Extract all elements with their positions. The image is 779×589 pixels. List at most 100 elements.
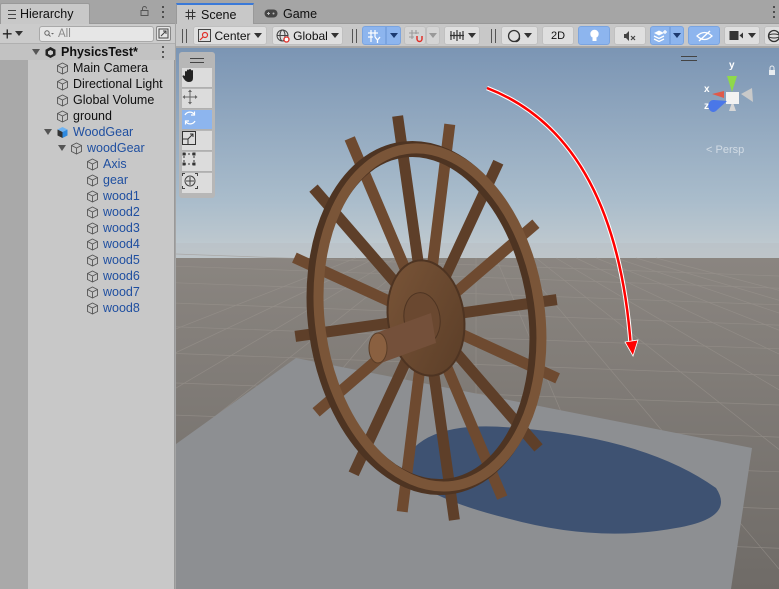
effects-toggle[interactable]	[650, 26, 670, 45]
gizmo-center-cube[interactable]	[726, 92, 739, 104]
hierarchy-menu-icon[interactable]	[161, 6, 164, 18]
rotate-tool[interactable]	[182, 110, 212, 130]
gizmo-overlay-grip[interactable]	[681, 56, 697, 61]
tab-scene[interactable]: Scene	[176, 3, 254, 24]
hierarchy-item-label: Axis	[103, 157, 127, 171]
overlay-grip[interactable]	[190, 58, 204, 63]
grid-snap-icon	[367, 29, 380, 43]
hierarchy-item[interactable]: woodGear	[0, 140, 175, 156]
wheel-axle-end	[368, 332, 388, 364]
toolbar-grip[interactable]	[182, 29, 187, 43]
expand-triangle-icon[interactable]	[58, 145, 66, 151]
increment-snap-toggle[interactable]	[404, 26, 426, 45]
hierarchy-item[interactable]: Axis	[0, 156, 175, 172]
scene-viewport[interactable]: y x z < Persp	[176, 48, 779, 589]
scene-menu-icon[interactable]	[161, 46, 164, 58]
camera-settings-dropdown[interactable]	[724, 26, 760, 45]
tab-game-label: Game	[283, 6, 318, 21]
pivot-mode-dropdown[interactable]: Center	[193, 26, 267, 45]
hierarchy-item[interactable]: wood2	[0, 204, 175, 220]
hierarchy-item-label: gear	[103, 173, 129, 187]
draw-mode-dropdown[interactable]	[501, 26, 538, 45]
increment-snap-dropdown[interactable]	[426, 26, 440, 45]
hierarchy-item-label: wood7	[103, 285, 140, 299]
hierarchy-item[interactable]: wood6	[0, 268, 175, 284]
hierarchy-item[interactable]: wood8	[0, 300, 175, 316]
expand-triangle-icon[interactable]	[44, 129, 52, 135]
pivot-rotation-dropdown[interactable]: Global	[272, 26, 343, 45]
hierarchy-item[interactable]: Main Camera	[0, 60, 175, 76]
plus-icon: +	[2, 23, 13, 44]
hierarchy-item-label: Main Camera	[73, 61, 149, 75]
chevron-down-icon	[14, 31, 23, 36]
gizmo-x-axis[interactable]	[712, 91, 724, 98]
hierarchy-item[interactable]: ground	[0, 108, 175, 124]
hand-tool[interactable]	[182, 68, 212, 88]
gameobject-icon	[87, 301, 98, 315]
scale-icon	[182, 131, 196, 145]
hierarchy-search[interactable]	[39, 26, 154, 42]
grid-snapping-dropdown[interactable]	[386, 26, 401, 45]
hidden-objects-toggle[interactable]	[688, 26, 720, 45]
hierarchy-toolbar: +	[0, 24, 175, 44]
unity-editor: Hierarchy + All PhysicsTest* Main Camera…	[0, 0, 779, 589]
hierarchy-item-label: wood2	[103, 205, 140, 219]
snap-settings-dropdown[interactable]	[444, 26, 480, 45]
audio-muted-icon	[624, 30, 636, 41]
transform-tool[interactable]	[182, 173, 212, 193]
hierarchy-tabbar: Hierarchy	[0, 0, 175, 24]
lighting-toggle[interactable]	[578, 26, 610, 45]
tab-game[interactable]: Game	[256, 3, 325, 24]
search-input[interactable]	[58, 28, 143, 40]
hierarchy-item-label: wood3	[103, 221, 140, 235]
move-tool[interactable]	[182, 89, 212, 109]
gizmos-toggle[interactable]	[764, 26, 779, 45]
eye-slash-icon	[695, 29, 713, 42]
gizmo-neg-x-axis[interactable]	[741, 88, 753, 102]
ruler-ticks-icon	[449, 30, 464, 41]
gameobject-icon	[87, 285, 98, 299]
transform-all-icon	[182, 173, 198, 189]
expand-triangle-icon[interactable]	[32, 49, 40, 55]
scene-render[interactable]	[176, 48, 779, 589]
hierarchy-item[interactable]: Global Volume	[0, 92, 175, 108]
gizmo-y-axis[interactable]	[727, 76, 737, 92]
chevron-down-icon	[330, 33, 339, 38]
orientation-gizmo[interactable]: y x z	[696, 56, 776, 131]
scene-panel-menu-icon[interactable]	[772, 6, 775, 18]
hierarchy-item[interactable]: gear	[0, 172, 175, 188]
hierarchy-tree: PhysicsTest* Main Camera Directional Ligh…	[0, 44, 175, 316]
scale-tool[interactable]	[182, 131, 212, 151]
gameobject-icon	[87, 253, 98, 267]
projection-toggle[interactable]: < Persp	[706, 144, 744, 156]
hierarchy-item[interactable]: WoodGear	[0, 124, 175, 140]
audio-toggle[interactable]	[614, 26, 646, 45]
rect-tool[interactable]	[182, 152, 212, 172]
hierarchy-item[interactable]: Directional Light	[0, 76, 175, 92]
gameobject-icon	[87, 221, 98, 235]
scene-toolbar: Center Global 2D	[176, 24, 779, 47]
chevron-down-icon	[429, 33, 437, 38]
lock-icon[interactable]	[140, 6, 149, 16]
gizmo-lock-icon[interactable]	[769, 70, 775, 75]
2d-toggle[interactable]: 2D	[542, 26, 574, 45]
hierarchy-item-label: woodGear	[87, 141, 145, 155]
gizmo-z-axis[interactable]	[708, 99, 727, 112]
hierarchy-item[interactable]: wood4	[0, 236, 175, 252]
create-button[interactable]: +	[2, 23, 30, 44]
gizmo-x-label: x	[704, 84, 710, 95]
tab-hierarchy[interactable]: Hierarchy	[0, 3, 90, 24]
hierarchy-item[interactable]: wood5	[0, 252, 175, 268]
gameobject-icon	[57, 61, 68, 75]
search-icon	[44, 30, 54, 37]
hierarchy-item[interactable]: wood3	[0, 220, 175, 236]
hierarchy-item[interactable]: wood7	[0, 284, 175, 300]
grid-snapping-toggle[interactable]	[362, 26, 386, 45]
hierarchy-item[interactable]: wood1	[0, 188, 175, 204]
toolbar-separator	[491, 29, 496, 43]
scene-root-row[interactable]: PhysicsTest*	[0, 44, 175, 60]
hierarchy-item-label: wood6	[103, 269, 140, 283]
gamepad-icon	[264, 9, 278, 18]
effects-dropdown[interactable]	[670, 26, 684, 45]
scene-visibility-button[interactable]	[156, 26, 171, 41]
